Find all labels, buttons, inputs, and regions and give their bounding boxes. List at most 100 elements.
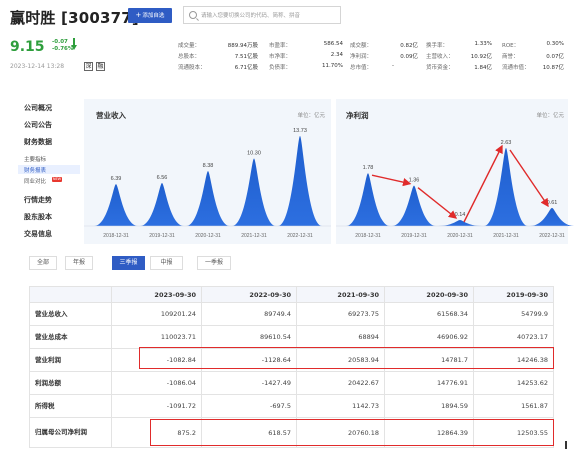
margin-tag: 融 xyxy=(96,62,105,71)
table-cell: -1082.84 xyxy=(111,348,202,372)
table-cell: -697.5 xyxy=(201,394,297,418)
tab-q1[interactable]: 一季报 xyxy=(197,256,231,270)
table-cell: 68894 xyxy=(296,325,385,349)
table-cell: 1142.73 xyxy=(296,394,385,418)
table-row: 利润总额 -1086.04 -1427.49 20422.67 14776.91… xyxy=(29,371,554,395)
tab-q3[interactable]: 三季报 xyxy=(112,256,145,270)
table-cell: 618.57 xyxy=(201,417,297,448)
chart-value-label: 10.30 xyxy=(247,150,261,156)
chart-peak xyxy=(94,184,138,226)
row-label: 营业利润 xyxy=(29,348,112,372)
table-header-date: 2020-09-30 xyxy=(384,286,474,303)
chart-peak xyxy=(484,148,528,226)
table-cell: 40723.17 xyxy=(473,325,554,349)
corner-mark xyxy=(565,441,567,449)
chart-x-tick-label: 2019-12-31 xyxy=(401,233,427,239)
chart-peak xyxy=(530,207,574,226)
nav-sub-financial-statements[interactable]: 财务报表 xyxy=(24,166,46,174)
chart-x-tick-label: 2018-12-31 xyxy=(103,233,129,239)
stat-pb: 市净率： 2.34 xyxy=(269,52,343,60)
chart-peak xyxy=(232,158,276,226)
chart-x-tick-label: 2020-12-31 xyxy=(195,233,221,239)
company-search-input[interactable]: 请输入您要切换公司的代码、简称、拼音 xyxy=(183,6,341,24)
nav-item-announcements[interactable]: 公司公告 xyxy=(24,120,52,130)
row-label: 归属母公司净利润 xyxy=(29,417,112,448)
add-watchlist-label: 添加自选 xyxy=(142,13,165,19)
financial-table: 2023-09-30 2022-09-30 2021-09-30 2020-09… xyxy=(29,286,554,448)
chart-x-tick-label: 2018-12-31 xyxy=(355,233,381,239)
trend-arrow xyxy=(371,174,412,187)
chart-peak xyxy=(186,171,230,226)
table-cell: -1091.72 xyxy=(111,394,202,418)
chart-x-tick-label: 2021-12-31 xyxy=(241,233,267,239)
table-header-date: 2022-09-30 xyxy=(201,286,297,303)
chart-x-tick-label: 2022-12-31 xyxy=(287,233,313,239)
table-header-empty xyxy=(29,286,112,303)
revenue-chart-panel: 营业收入 单位：亿元 6.39 2018-12-31 6.56 2019-12-31 8… xyxy=(84,99,331,244)
tab-half-year[interactable]: 中报 xyxy=(150,256,183,270)
table-header-row: 2023-09-30 2022-09-30 2021-09-30 2020-09… xyxy=(29,286,554,303)
tab-all[interactable]: 全部 xyxy=(29,256,57,270)
tab-annual[interactable]: 年报 xyxy=(65,256,93,270)
row-label: 营业总成本 xyxy=(29,325,112,349)
table-row: 营业总成本 110023.71 89610.54 68894 46906.92 … xyxy=(29,325,554,349)
new-badge: NEW xyxy=(52,177,62,182)
stat-roe: ROE： 0.30% xyxy=(502,41,564,49)
current-price: 9.15 xyxy=(10,39,45,55)
chart-value-label: 6.56 xyxy=(157,175,168,181)
stat-debt-ratio: 负债率： 11.70% xyxy=(269,63,343,71)
chart-peak xyxy=(278,136,322,226)
nav-item-trading-info[interactable]: 交易信息 xyxy=(24,229,52,239)
chart-value-label: 0.61 xyxy=(547,200,558,206)
table-cell: 1894.59 xyxy=(384,394,474,418)
search-placeholder: 请输入您要切换公司的代码、简称、拼音 xyxy=(201,13,301,19)
stat-market-cap: 总市值： - xyxy=(350,63,394,71)
table-cell: 109201.24 xyxy=(111,302,202,326)
stat-turnover-rate: 换手率： 1.33% xyxy=(426,41,492,49)
table-row: 营业总收入 109201.24 89749.4 69273.75 61568.3… xyxy=(29,302,554,326)
chart-peak xyxy=(346,173,390,226)
stat-cash: 货币资金： 1.84亿 xyxy=(426,65,492,71)
table-row: 所得税 -1091.72 -697.5 1142.73 1894.59 1561… xyxy=(29,394,554,418)
table-cell: 12503.55 xyxy=(473,417,554,448)
trend-arrow xyxy=(417,187,458,219)
trend-arrow xyxy=(509,149,549,208)
chart-x-tick-label: 2019-12-31 xyxy=(149,233,175,239)
stock-title: 赢时胜 [300377] xyxy=(10,9,139,27)
revenue-chart: 6.39 2018-12-31 6.56 2019-12-31 8.38 2020-12-… xyxy=(84,128,331,239)
nav-item-financial-data[interactable]: 财务数据 xyxy=(24,137,52,147)
nav-item-shareholders[interactable]: 股东股本 xyxy=(24,212,52,222)
table-cell: 110023.71 xyxy=(111,325,202,349)
table-cell: 54799.9 xyxy=(473,302,554,326)
table-cell: 12864.39 xyxy=(384,417,474,448)
table-cell: 875.2 xyxy=(111,417,202,448)
nav-item-market-trend[interactable]: 行情走势 xyxy=(24,195,52,205)
table-cell: -1128.64 xyxy=(201,348,297,372)
search-icon xyxy=(189,11,197,19)
profit-chart: 1.78 2018-12-31 1.36 2019-12-31 0.14 2020-12-… xyxy=(336,140,574,239)
stat-float-shares: 流通股本： 6.71亿股 xyxy=(178,65,258,71)
table-cell: 14253.62 xyxy=(473,371,554,395)
nav-item-company-overview[interactable]: 公司概况 xyxy=(24,103,52,113)
plus-icon: + xyxy=(135,11,142,19)
stat-float-market-cap: 流通市值： 10.87亿 xyxy=(502,65,564,71)
chart-peak xyxy=(392,185,436,226)
nav-sub-key-indicators[interactable]: 主要指标 xyxy=(24,155,46,163)
table-cell: 14246.38 xyxy=(473,348,554,372)
chart-value-label: 1.36 xyxy=(409,178,420,184)
nav-sub-peer-comparison[interactable]: 同业对比 xyxy=(24,177,46,185)
table-cell: 61568.34 xyxy=(384,302,474,326)
add-watchlist-button[interactable]: +添加自选 xyxy=(128,8,172,23)
chart-x-tick-label: 2022-12-31 xyxy=(539,233,565,239)
down-arrow-icon xyxy=(71,38,77,51)
table-row: 归属母公司净利润 875.2 618.57 20760.18 12864.39 … xyxy=(29,417,554,448)
chart-value-label: 2.63 xyxy=(501,140,512,146)
stat-main-revenue: 主营收入： 10.92亿 xyxy=(426,54,492,60)
chart-x-tick-label: 2020-12-31 xyxy=(447,233,473,239)
table-header-date: 2019-09-30 xyxy=(473,286,554,303)
chart-x-tick-label: 2021-12-31 xyxy=(493,233,519,239)
stat-turnover-amount: 成交额： 0.82亿 xyxy=(350,43,418,49)
stat-volume: 成交量： 889.94万股 xyxy=(178,43,258,49)
table-cell: 20760.18 xyxy=(296,417,385,448)
quote-timestamp: 2023-12-14 13:28 xyxy=(10,63,65,70)
